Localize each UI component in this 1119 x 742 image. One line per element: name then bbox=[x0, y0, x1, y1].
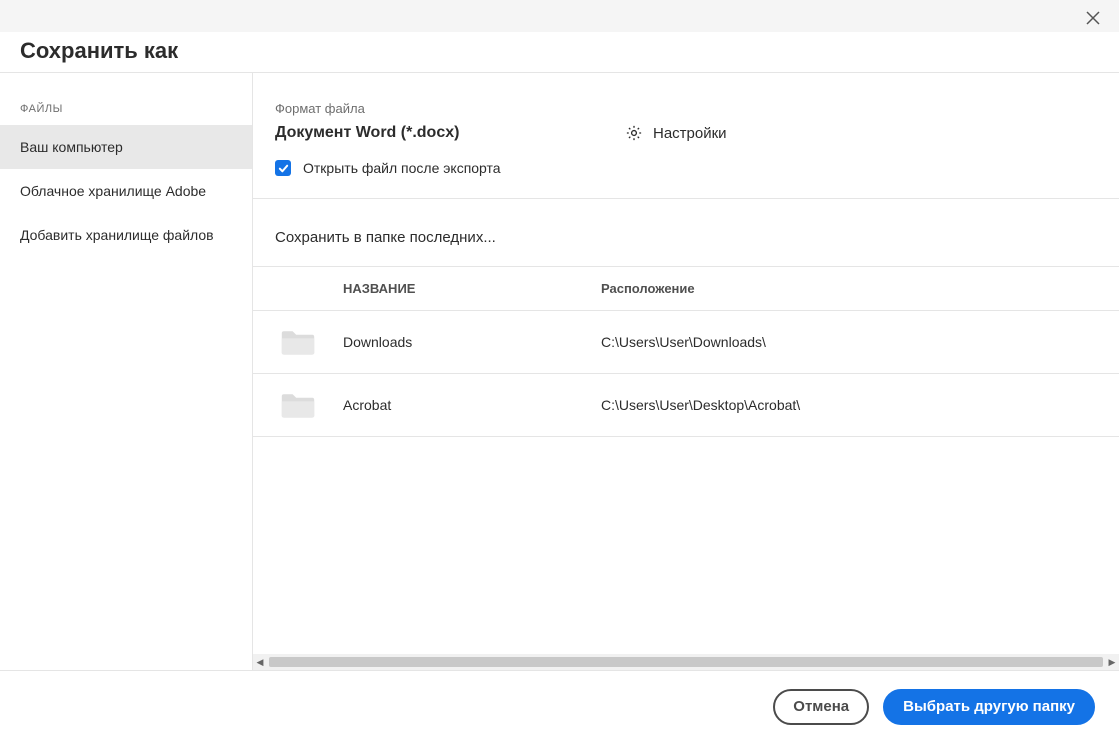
gear-icon bbox=[625, 124, 643, 142]
recent-folders-label: Сохранить в папке последних... bbox=[253, 199, 1119, 266]
folder-icon bbox=[280, 327, 316, 357]
settings-label: Настройки bbox=[653, 125, 727, 142]
open-after-row: Открыть файл после экспорта bbox=[275, 160, 1097, 176]
cancel-label: Отмена bbox=[793, 698, 849, 715]
folder-list-header: НАЗВАНИЕ Расположение bbox=[253, 267, 1119, 310]
titlebar-spacer bbox=[0, 0, 1119, 32]
scroll-right-arrow[interactable]: ▶ bbox=[1105, 657, 1119, 668]
check-icon bbox=[278, 163, 289, 174]
close-button[interactable] bbox=[1083, 8, 1103, 28]
folder-location: C:\Users\User\Downloads\ bbox=[601, 334, 1119, 350]
folder-name: Downloads bbox=[343, 334, 601, 350]
open-after-label: Открыть файл после экспорта bbox=[303, 160, 501, 176]
sidebar-section-label: ФАЙЛЫ bbox=[0, 103, 252, 125]
format-label: Формат файла bbox=[275, 101, 1097, 116]
folder-row[interactable]: Downloads C:\Users\User\Downloads\ bbox=[253, 310, 1119, 373]
folder-list-end bbox=[253, 436, 1119, 437]
dialog-header: Сохранить как bbox=[0, 32, 1119, 72]
folder-list: НАЗВАНИЕ Расположение Downloads C:\Users… bbox=[253, 266, 1119, 654]
cancel-button[interactable]: Отмена bbox=[773, 689, 869, 725]
folder-icon bbox=[280, 390, 316, 420]
format-block: Формат файла Документ Word (*.docx) Наст… bbox=[253, 73, 1119, 198]
sidebar-item-your-computer[interactable]: Ваш компьютер bbox=[0, 125, 252, 169]
sidebar-item-adobe-cloud[interactable]: Облачное хранилище Adobe bbox=[0, 169, 252, 213]
column-header-location[interactable]: Расположение bbox=[601, 281, 1119, 296]
dialog-footer: Отмена Выбрать другую папку bbox=[0, 670, 1119, 742]
choose-other-label: Выбрать другую папку bbox=[903, 698, 1075, 715]
folder-row[interactable]: Acrobat C:\Users\User\Desktop\Acrobat\ bbox=[253, 373, 1119, 436]
sidebar-item-label: Ваш компьютер bbox=[20, 139, 123, 155]
sidebar-item-label: Облачное хранилище Adobe bbox=[20, 183, 206, 199]
settings-button[interactable]: Настройки bbox=[625, 124, 727, 142]
dialog-title: Сохранить как bbox=[20, 38, 178, 64]
column-header-name[interactable]: НАЗВАНИЕ bbox=[343, 281, 601, 296]
close-icon bbox=[1085, 10, 1101, 26]
scroll-left-arrow[interactable]: ◀ bbox=[253, 657, 267, 668]
open-after-checkbox[interactable] bbox=[275, 160, 291, 176]
dialog-body: ФАЙЛЫ Ваш компьютер Облачное хранилище A… bbox=[0, 73, 1119, 670]
folder-location: C:\Users\User\Desktop\Acrobat\ bbox=[601, 397, 1119, 413]
scroll-thumb[interactable] bbox=[269, 657, 1103, 667]
horizontal-scrollbar[interactable]: ◀ ▶ bbox=[253, 654, 1119, 670]
sidebar-item-label: Добавить хранилище файлов bbox=[20, 227, 214, 243]
folder-name: Acrobat bbox=[343, 397, 601, 413]
choose-other-folder-button[interactable]: Выбрать другую папку bbox=[883, 689, 1095, 725]
format-value: Документ Word (*.docx) bbox=[275, 124, 625, 142]
sidebar: ФАЙЛЫ Ваш компьютер Облачное хранилище A… bbox=[0, 73, 252, 670]
main-panel: Формат файла Документ Word (*.docx) Наст… bbox=[253, 73, 1119, 670]
sidebar-item-add-storage[interactable]: Добавить хранилище файлов bbox=[0, 213, 252, 257]
